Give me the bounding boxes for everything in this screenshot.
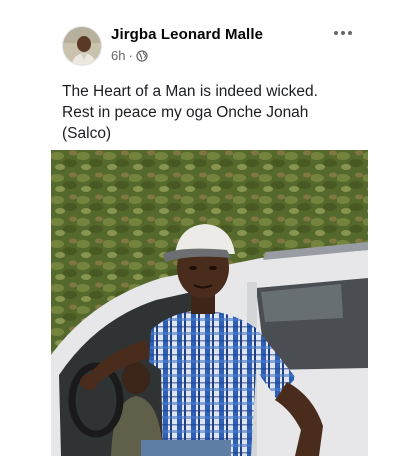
more-horizontal-icon: [348, 31, 352, 35]
meta-separator: ·: [128, 48, 133, 63]
more-horizontal-icon: [341, 31, 345, 35]
caption-line: (Salco): [62, 125, 112, 142]
post-meta: 6h ·: [111, 48, 148, 63]
caption-line: Rest in peace my oga Onche Jonah: [62, 104, 309, 121]
author-name[interactable]: Jirgba Leonard Malle: [111, 26, 263, 43]
author-avatar[interactable]: [62, 26, 102, 66]
photo-illustration: [51, 150, 368, 456]
post-caption: The Heart of a Man is indeed wicked. Res…: [62, 81, 362, 144]
post-timestamp[interactable]: 6h: [111, 48, 125, 63]
more-horizontal-icon: [334, 31, 338, 35]
facebook-post: Jirgba Leonard Malle 6h · The Heart of a…: [0, 0, 418, 459]
caption-line: The Heart of a Man is indeed wicked.: [62, 83, 318, 100]
post-photo[interactable]: [51, 150, 368, 456]
globe-icon[interactable]: [136, 49, 148, 62]
avatar-image: [63, 27, 101, 65]
more-options-button[interactable]: [332, 26, 354, 40]
